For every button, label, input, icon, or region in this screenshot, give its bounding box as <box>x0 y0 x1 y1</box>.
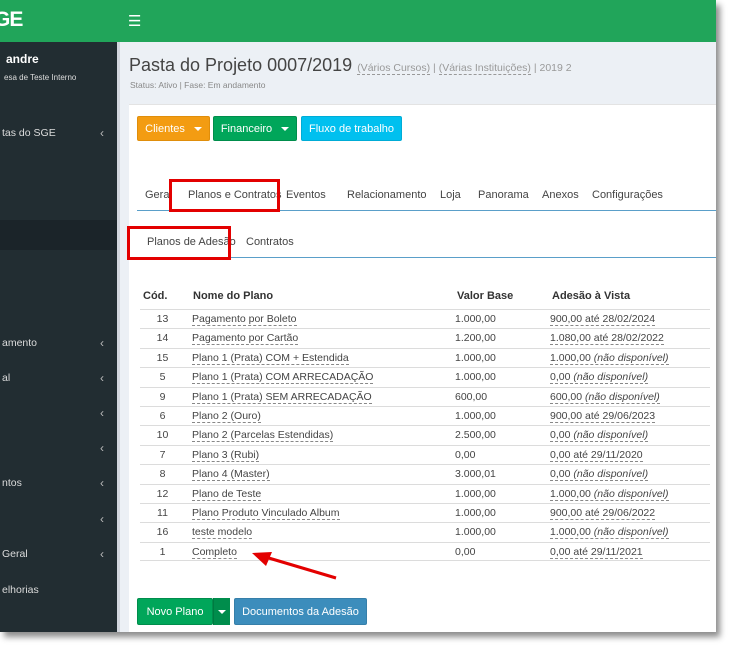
arrow-head <box>252 552 272 566</box>
app-window: GE ☰ andre esa de Teste Interno tas do S… <box>0 0 716 632</box>
red-arrow-annotation <box>252 552 337 580</box>
arrow-shaft <box>261 554 337 580</box>
